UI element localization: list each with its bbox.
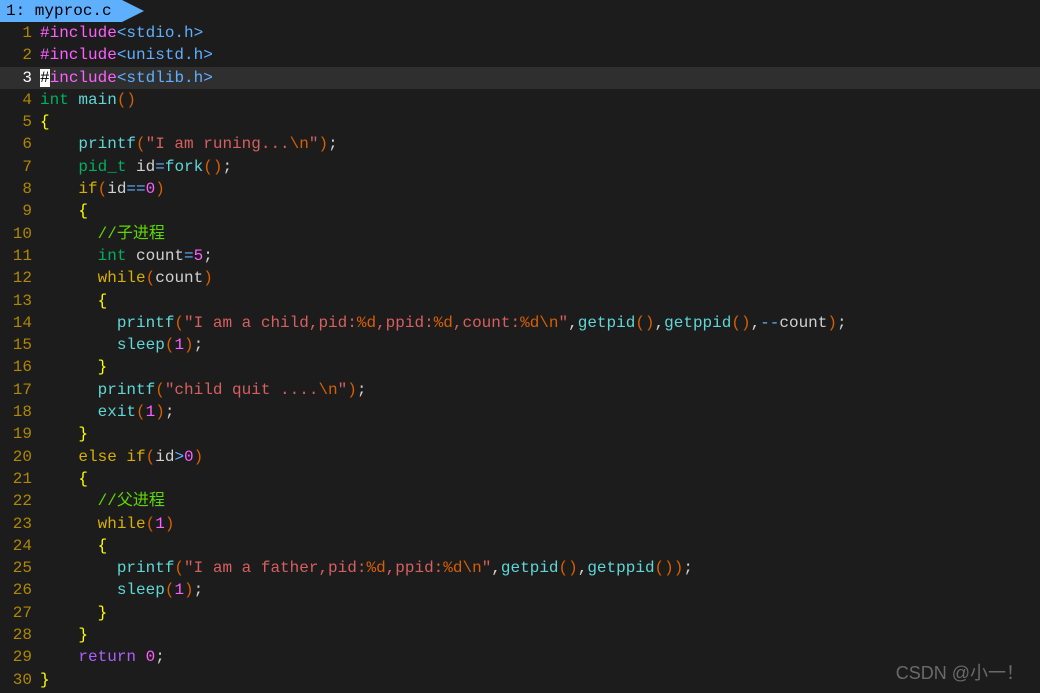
code-content[interactable]: while(count): [40, 267, 1040, 289]
tab-file[interactable]: 1: myproc.c: [0, 0, 122, 22]
code-content[interactable]: int count=5;: [40, 245, 1040, 267]
code-content[interactable]: #include<stdlib.h>: [40, 67, 1040, 89]
line-number: 17: [0, 379, 40, 401]
code-content[interactable]: pid_t id=fork();: [40, 156, 1040, 178]
line-number: 28: [0, 624, 40, 646]
code-content[interactable]: return 0;: [40, 646, 1040, 668]
code-line[interactable]: 27 }: [0, 602, 1040, 624]
tab-bar: 1: myproc.c: [0, 0, 1040, 22]
line-number: 8: [0, 178, 40, 200]
line-number: 9: [0, 200, 40, 222]
code-line[interactable]: 18 exit(1);: [0, 401, 1040, 423]
code-line[interactable]: 30}: [0, 669, 1040, 691]
code-line[interactable]: 28 }: [0, 624, 1040, 646]
code-line[interactable]: 5{: [0, 111, 1040, 133]
code-content[interactable]: }: [40, 624, 1040, 646]
code-content[interactable]: {: [40, 200, 1040, 222]
code-line[interactable]: 4int main(): [0, 89, 1040, 111]
line-number: 16: [0, 356, 40, 378]
code-line[interactable]: 22 //父进程: [0, 490, 1040, 512]
code-content[interactable]: #include<unistd.h>: [40, 44, 1040, 66]
line-number: 3: [0, 67, 40, 89]
code-line[interactable]: 12 while(count): [0, 267, 1040, 289]
line-number: 12: [0, 267, 40, 289]
code-line[interactable]: 13 {: [0, 290, 1040, 312]
watermark: CSDN @小一！: [896, 659, 1024, 685]
code-line[interactable]: 20 else if(id>0): [0, 446, 1040, 468]
line-number: 15: [0, 334, 40, 356]
code-line[interactable]: 15 sleep(1);: [0, 334, 1040, 356]
line-number: 6: [0, 133, 40, 155]
line-number: 10: [0, 223, 40, 245]
code-content[interactable]: else if(id>0): [40, 446, 1040, 468]
code-line[interactable]: 1#include<stdio.h>: [0, 22, 1040, 44]
code-content[interactable]: printf("I am a child,pid:%d,ppid:%d,coun…: [40, 312, 1040, 334]
line-number: 26: [0, 579, 40, 601]
line-number: 5: [0, 111, 40, 133]
line-number: 7: [0, 156, 40, 178]
code-line[interactable]: 26 sleep(1);: [0, 579, 1040, 601]
code-line[interactable]: 16 }: [0, 356, 1040, 378]
line-number: 27: [0, 602, 40, 624]
line-number: 1: [0, 22, 40, 44]
line-number: 25: [0, 557, 40, 579]
line-number: 23: [0, 513, 40, 535]
code-line[interactable]: 23 while(1): [0, 513, 1040, 535]
line-number: 21: [0, 468, 40, 490]
code-line[interactable]: 14 printf("I am a child,pid:%d,ppid:%d,c…: [0, 312, 1040, 334]
code-line[interactable]: 24 {: [0, 535, 1040, 557]
code-content[interactable]: {: [40, 535, 1040, 557]
code-content[interactable]: }: [40, 423, 1040, 445]
code-content[interactable]: //父进程: [40, 490, 1040, 512]
line-number: 11: [0, 245, 40, 267]
code-line[interactable]: 10 //子进程: [0, 223, 1040, 245]
code-line[interactable]: 19 }: [0, 423, 1040, 445]
line-number: 22: [0, 490, 40, 512]
code-content[interactable]: while(1): [40, 513, 1040, 535]
code-line[interactable]: 3#include<stdlib.h>: [0, 67, 1040, 89]
code-line[interactable]: 7 pid_t id=fork();: [0, 156, 1040, 178]
code-line[interactable]: 6 printf("I am runing...\n");: [0, 133, 1040, 155]
line-number: 24: [0, 535, 40, 557]
code-content[interactable]: {: [40, 290, 1040, 312]
code-line[interactable]: 8 if(id==0): [0, 178, 1040, 200]
line-number: 29: [0, 646, 40, 668]
code-content[interactable]: if(id==0): [40, 178, 1040, 200]
code-content[interactable]: printf("I am runing...\n");: [40, 133, 1040, 155]
code-content[interactable]: {: [40, 468, 1040, 490]
code-content[interactable]: sleep(1);: [40, 334, 1040, 356]
line-number: 2: [0, 44, 40, 66]
code-line[interactable]: 25 printf("I am a father,pid:%d,ppid:%d\…: [0, 557, 1040, 579]
code-line[interactable]: 11 int count=5;: [0, 245, 1040, 267]
code-line[interactable]: 2#include<unistd.h>: [0, 44, 1040, 66]
code-content[interactable]: }: [40, 602, 1040, 624]
code-content[interactable]: #include<stdio.h>: [40, 22, 1040, 44]
code-content[interactable]: printf("child quit ....\n");: [40, 379, 1040, 401]
code-content[interactable]: sleep(1);: [40, 579, 1040, 601]
code-content[interactable]: }: [40, 356, 1040, 378]
line-number: 14: [0, 312, 40, 334]
code-content[interactable]: //子进程: [40, 223, 1040, 245]
code-content[interactable]: exit(1);: [40, 401, 1040, 423]
code-line[interactable]: 9 {: [0, 200, 1040, 222]
line-number: 4: [0, 89, 40, 111]
code-content[interactable]: }: [40, 669, 1040, 691]
line-number: 30: [0, 669, 40, 691]
code-line[interactable]: 17 printf("child quit ....\n");: [0, 379, 1040, 401]
code-content[interactable]: int main(): [40, 89, 1040, 111]
code-editor[interactable]: 1#include<stdio.h>2#include<unistd.h>3#i…: [0, 22, 1040, 691]
line-number: 20: [0, 446, 40, 468]
line-number: 18: [0, 401, 40, 423]
code-line[interactable]: 29 return 0;: [0, 646, 1040, 668]
code-content[interactable]: {: [40, 111, 1040, 133]
code-content[interactable]: printf("I am a father,pid:%d,ppid:%d\n",…: [40, 557, 1040, 579]
line-number: 13: [0, 290, 40, 312]
code-line[interactable]: 21 {: [0, 468, 1040, 490]
line-number: 19: [0, 423, 40, 445]
